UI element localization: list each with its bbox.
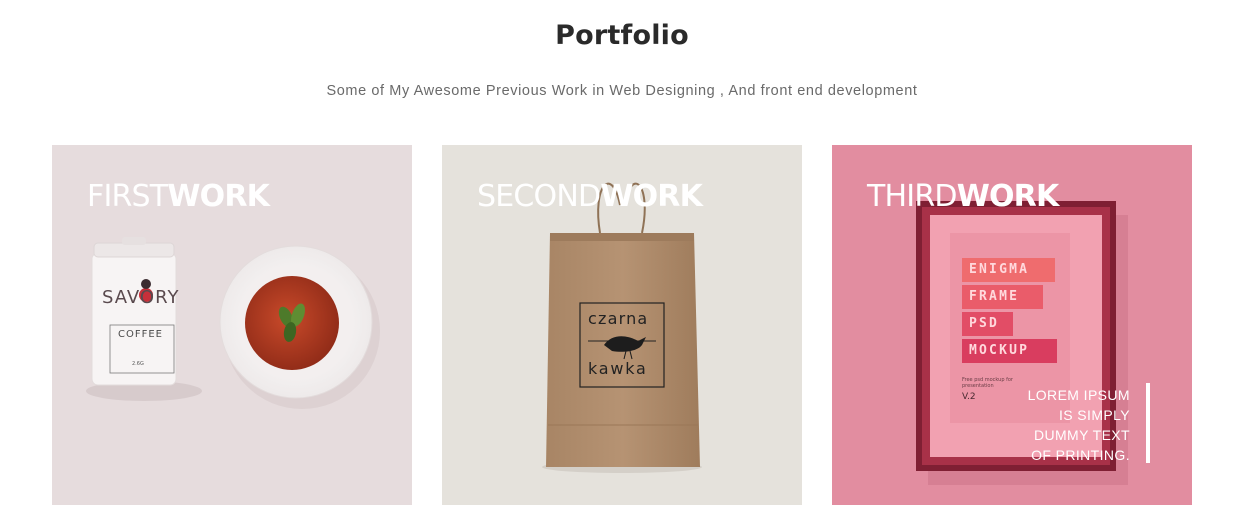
card-title: SECONDWORK <box>477 179 703 214</box>
page-title: Portfolio <box>555 20 689 51</box>
can-brand-text: SAVORY <box>102 287 180 308</box>
caption-accent-bar <box>1146 383 1150 463</box>
poster-version-text: V.2 <box>962 392 976 402</box>
poster-tag-1: ENIGMA <box>962 258 1055 282</box>
portfolio-card-second[interactable]: SECONDWORK czarna kawka <box>442 145 802 505</box>
card-title: THIRDWORK <box>867 179 1059 214</box>
caption-line: IS SIMPLY <box>1058 407 1130 423</box>
poster-tag-4: MOCKUP <box>962 339 1057 363</box>
caption-line: DUMMY TEXT <box>1033 427 1130 443</box>
card-caption: LOREM IPSUM IS SIMPLY DUMMY TEXT OF PRIN… <box>1000 385 1130 465</box>
caption-line: LOREM IPSUM <box>1027 387 1130 403</box>
portfolio-card-third[interactable]: THIRDWORK ENIGMA FRAME PSD MOCKUP Free p… <box>832 145 1192 505</box>
bag-logo-word-top: czarna <box>588 309 649 328</box>
poster-tag-3: PSD <box>962 312 1013 336</box>
page-subtitle: Some of My Awesome Previous Work in Web … <box>326 83 918 99</box>
caption-line: OF PRINTING. <box>1031 447 1130 463</box>
card-title: FIRSTWORK <box>87 179 270 214</box>
poster-tag-2: FRAME <box>962 285 1043 309</box>
bag-logo-word-bottom: kawka <box>588 359 648 378</box>
can-label-text: COFFEE <box>118 329 163 340</box>
portfolio-card-first[interactable]: FIRSTWORK SAVORY COFFEE 2.6G <box>52 145 412 505</box>
can-weight-text: 2.6G <box>132 361 144 367</box>
